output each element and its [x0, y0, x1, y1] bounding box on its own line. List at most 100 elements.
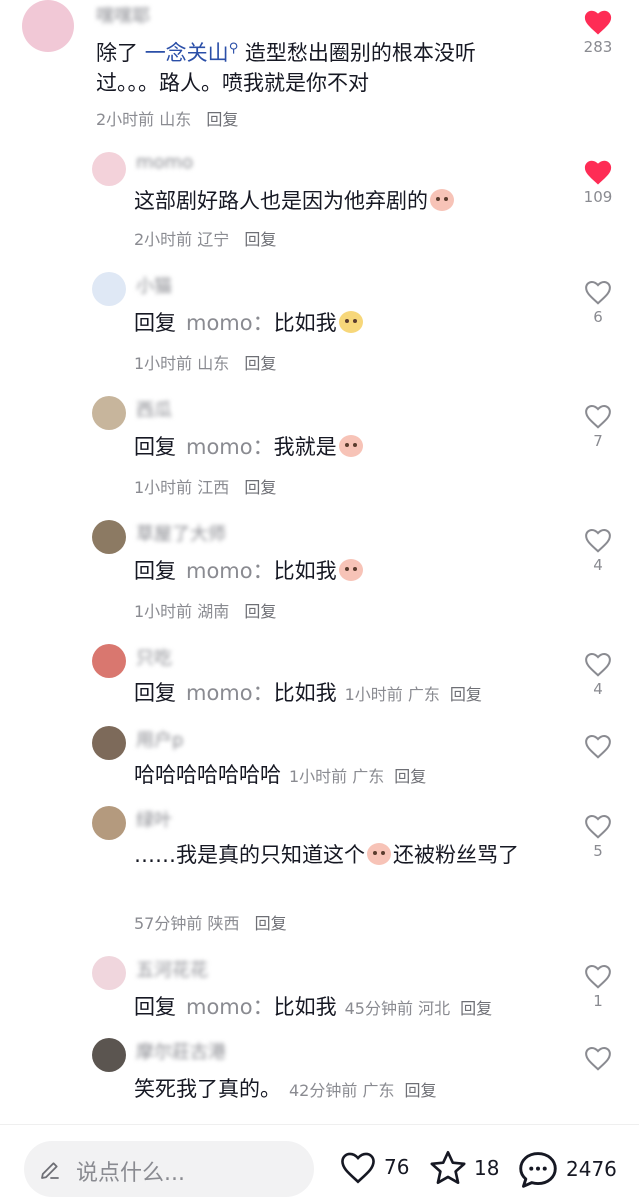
avatar[interactable]	[92, 726, 126, 760]
reply-prefix: 回复	[134, 435, 176, 459]
crying-emoji-icon	[338, 435, 363, 457]
mention-link[interactable]: 一念关山	[145, 41, 229, 65]
comments-button[interactable]: 2476	[516, 1149, 617, 1189]
comment-time: 1小时前	[134, 602, 193, 621]
smile-emoji-icon	[338, 311, 363, 333]
crying-emoji-icon	[367, 843, 391, 865]
reply-prefix: 回复	[134, 995, 176, 1019]
like-button[interactable]: 4	[578, 526, 618, 574]
like-button[interactable]	[578, 732, 618, 760]
like-button[interactable]: 5	[578, 812, 618, 860]
comment-time: 45分钟前	[344, 999, 413, 1018]
reply-target[interactable]: momo：	[186, 559, 274, 583]
avatar[interactable]	[22, 0, 74, 52]
like-button[interactable]: 283	[578, 8, 618, 56]
comment-time: 42分钟前	[289, 1081, 358, 1100]
avatar[interactable]	[92, 644, 126, 678]
like-button[interactable]: 109	[578, 158, 618, 206]
star-outline-icon	[430, 1150, 466, 1185]
reply-button[interactable]: 回复	[206, 110, 238, 129]
comment-time: 1小时前	[289, 767, 348, 786]
like-total-count: 76	[384, 1155, 410, 1179]
reply-button[interactable]: 回复	[244, 230, 276, 249]
favorite-button[interactable]: 18	[428, 1149, 499, 1187]
heart-outline-icon	[585, 734, 611, 759]
reply-button[interactable]: 回复	[460, 999, 492, 1018]
comment-time: 2小时前	[96, 110, 155, 129]
comment-body: 比如我	[273, 995, 337, 1019]
reply-button[interactable]: 回复	[244, 354, 276, 373]
like-button[interactable]: 4	[578, 650, 618, 698]
comment-username[interactable]: 五河花花	[136, 956, 208, 982]
comment-username[interactable]: 绿叶	[136, 806, 172, 832]
avatar[interactable]	[92, 806, 126, 840]
reply-prefix: 回复	[134, 311, 176, 335]
comment-username[interactable]: 小猫	[136, 272, 172, 298]
heart-outline-icon	[585, 1046, 611, 1071]
comment-location: 山东	[197, 354, 230, 373]
reply-button[interactable]: 回复	[244, 478, 276, 497]
search-icon[interactable]: ⚲	[229, 41, 239, 56]
reply-button[interactable]: 回复	[404, 1081, 436, 1100]
reply-target[interactable]: momo：	[186, 435, 274, 459]
comment-username[interactable]: 西瓜	[136, 396, 172, 422]
avatar[interactable]	[92, 152, 126, 186]
crying-emoji-icon	[430, 189, 454, 211]
comment-text-prefix: 除了	[96, 41, 145, 65]
comment-meta: 2小时前 山东 回复	[96, 106, 238, 130]
comment-location: 陕西	[207, 914, 240, 933]
comment-text: 笑死我了真的。 42分钟前 广东 回复	[134, 1074, 574, 1106]
pencil-icon	[41, 1162, 59, 1179]
reply-button[interactable]: 回复	[255, 914, 287, 933]
avatar[interactable]	[92, 520, 126, 554]
like-button[interactable]	[578, 1044, 618, 1072]
like-button[interactable]: 7	[578, 402, 618, 450]
comment-input[interactable]: 说点什么...	[24, 1141, 314, 1197]
avatar[interactable]	[92, 396, 126, 430]
reply-prefix: 回复	[134, 559, 176, 583]
reply-button[interactable]: 回复	[450, 685, 482, 704]
comment-time: 1小时前	[134, 478, 193, 497]
reply-button[interactable]: 回复	[244, 602, 276, 621]
comment-location: 广东	[362, 1081, 395, 1100]
avatar[interactable]	[92, 1038, 126, 1072]
like-button[interactable]: 1	[578, 962, 618, 1010]
comment-username[interactable]: 草屋了大师	[136, 520, 226, 546]
comment-text: 回复 momo：比如我 45分钟前 河北 回复	[134, 992, 574, 1024]
heart-outline-icon	[585, 528, 611, 553]
heart-outline-icon	[585, 964, 611, 989]
comment-time: 2小时前	[134, 230, 193, 249]
comment-time: 1小时前	[344, 685, 403, 704]
comment-input-placeholder: 说点什么...	[76, 1161, 185, 1186]
like-video-button[interactable]: 76	[338, 1149, 409, 1185]
comment-text: 哈哈哈哈哈哈哈 1小时前 广东 回复	[134, 760, 574, 792]
comment-text: 回复 momo：比如我 1小时前 广东 回复	[134, 678, 574, 710]
avatar[interactable]	[92, 272, 126, 306]
comment-username[interactable]: 用户p	[136, 726, 183, 752]
like-count: 283	[583, 38, 613, 56]
avatar[interactable]	[92, 956, 126, 990]
reply-button[interactable]: 回复	[394, 767, 426, 786]
comment-username[interactable]: 摩尔莊古港	[136, 1038, 226, 1064]
comment-text: 这部剧好路人也是因为他弃剧的	[134, 186, 554, 216]
comment-location: 辽宁	[197, 230, 230, 249]
comment-meta: 42分钟前 广东 回复	[289, 1081, 437, 1100]
comment-body: 这部剧好路人也是因为他弃剧的	[134, 189, 428, 213]
heart-outline-icon	[585, 814, 611, 839]
comment-username[interactable]: 嘿嘿耶	[96, 2, 150, 28]
comment-location: 河北	[418, 999, 451, 1018]
like-button[interactable]: 6	[578, 278, 618, 326]
comment-username[interactable]: momo	[136, 152, 193, 173]
reply-prefix: 回复	[134, 681, 176, 705]
reply-target[interactable]: momo：	[186, 995, 274, 1019]
comment-username[interactable]: 只吃	[136, 644, 172, 670]
comment-body-rest: 还被粉丝骂了	[393, 843, 519, 867]
comment-location: 广东	[407, 685, 440, 704]
reply-target[interactable]: momo：	[186, 681, 274, 705]
comment-meta: 1小时前 山东 回复	[134, 350, 276, 374]
comment-location: 广东	[352, 767, 385, 786]
comment-bubble-icon	[519, 1152, 557, 1188]
reply-target[interactable]: momo：	[186, 311, 274, 335]
comment-body: 比如我	[273, 559, 337, 583]
comment-text: 回复 momo：我就是	[134, 432, 554, 462]
